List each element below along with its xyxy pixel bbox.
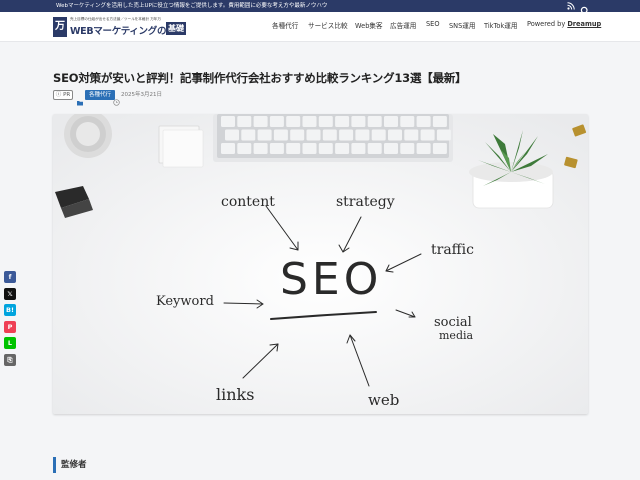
hero-image: SEO content strategy traffic Keyword soc…	[53, 114, 588, 414]
keyboard-key	[241, 129, 256, 141]
logo-name: WEBマーケティングの	[70, 26, 167, 37]
keyboard-key	[269, 116, 284, 127]
clock-icon	[113, 91, 120, 106]
share-facebook-button[interactable]: f	[4, 271, 16, 283]
hero-word-strategy: strategy	[336, 194, 395, 210]
keyboard-key	[237, 116, 252, 127]
category-badge[interactable]: 各種代行	[85, 90, 116, 100]
powered-by[interactable]: Powered by Dreamup	[527, 20, 601, 28]
nav-item-service-compare[interactable]: サービス比較	[308, 20, 348, 30]
site-header: 万 売上目標の仕組が出せる方法論／ツールを本格計 万年万 WEBマーケティングの…	[0, 12, 640, 42]
publish-date: 2025年3月21日	[121, 92, 162, 98]
keyboard-key	[302, 116, 317, 127]
keyboard-key	[400, 143, 415, 154]
share-copy-button[interactable]: ⎘	[4, 353, 16, 366]
site-logo[interactable]: 万 売上目標の仕組が出せる方法論／ツールを本格計 万年万 WEBマーケティングの…	[53, 17, 186, 39]
nav-item-web-marketing[interactable]: Web集客	[355, 20, 383, 30]
keyboard-key	[257, 129, 272, 141]
keyboard-key	[322, 129, 337, 141]
keyboard-key	[253, 116, 268, 127]
supervisor-heading: 監修者	[61, 460, 87, 470]
keyboard-key	[225, 129, 239, 141]
keyboard-key	[388, 129, 402, 141]
keyboard-key	[416, 116, 431, 127]
pr-label: PR	[63, 92, 71, 98]
powered-brand[interactable]: Dreamup	[567, 20, 601, 28]
keyboard-key	[290, 129, 305, 141]
keyboard-key	[355, 129, 370, 141]
top-announcement-bar: Webマーケティングを活用した売上UPに役立つ情報をご提供します。費用範囲に必要…	[0, 0, 640, 16]
keyboard-key	[400, 116, 415, 127]
nav-item-seo[interactable]: SEO	[426, 20, 440, 28]
keyboard-key	[335, 116, 350, 127]
keyboard-key	[367, 143, 382, 154]
keyboard-key	[404, 129, 419, 141]
keyboard-key	[318, 116, 333, 127]
hero-word-keyword: Keyword	[156, 294, 214, 309]
hero-word-media: media	[439, 329, 474, 342]
keyboard-key	[367, 116, 382, 127]
logo-badge: 基礎	[166, 22, 186, 35]
share-x-button[interactable]: 𝕏	[4, 287, 16, 300]
announcement-text: Webマーケティングを活用した売上UPに役立つ情報をご提供します。費用範囲に必要…	[56, 3, 328, 9]
keyboard-key	[221, 116, 235, 127]
keyboard-key	[384, 116, 398, 127]
seo-whiteboard-illustration: SEO content strategy traffic Keyword soc…	[53, 114, 588, 414]
keyboard-key	[416, 143, 431, 154]
logo-mark: 万	[53, 17, 67, 37]
keyboard-key	[432, 116, 447, 127]
keyboard-key	[221, 143, 235, 154]
pr-badge: ⓘ PR	[53, 90, 73, 100]
nav-item-tiktok[interactable]: TikTok運用	[484, 20, 517, 30]
heading-accent-bar	[53, 457, 56, 473]
powered-prefix: Powered by	[527, 20, 568, 28]
nav-item-sns[interactable]: SNS運用	[449, 20, 476, 30]
hero-word-traffic: traffic	[431, 242, 474, 258]
keyboard-key	[351, 143, 366, 154]
share-hatena-button[interactable]: B!	[4, 304, 16, 316]
hero-word-content: content	[221, 194, 275, 210]
keyboard-key	[351, 116, 366, 127]
folder-icon	[77, 91, 83, 106]
share-line-button[interactable]: L	[4, 337, 16, 349]
keyboard-key	[269, 143, 284, 154]
keyboard-key	[432, 143, 447, 154]
keyboard-key	[335, 143, 350, 154]
hero-word-web: web	[368, 391, 399, 409]
keyboard-key	[286, 116, 301, 127]
keyboard-key	[253, 143, 268, 154]
share-pocket-button[interactable]: P	[4, 320, 16, 333]
article-title: SEO対策が安いと評判！記事制作代行会社おすすめ比較ランキング13選【最新】	[53, 71, 467, 85]
logo-tagline: 売上目標の仕組が出せる方法論／ツールを本格計 万年万	[70, 17, 161, 21]
keyboard-key	[286, 143, 301, 154]
keyboard-key	[237, 143, 252, 154]
keyboard-key	[371, 129, 386, 141]
keyboard-key	[318, 143, 333, 154]
info-icon: ⓘ	[55, 92, 62, 98]
hero-word-social: social	[434, 315, 472, 330]
keyboard-key	[306, 129, 321, 141]
rss-icon[interactable]	[567, 2, 575, 10]
hero-seo-word: SEO	[280, 254, 382, 305]
nav-item-ads[interactable]: 広告運用	[390, 20, 416, 30]
keyboard-key	[436, 129, 451, 141]
hero-word-links: links	[216, 385, 254, 404]
keyboard-key	[339, 129, 354, 141]
keyboard-key	[420, 129, 435, 141]
search-icon[interactable]	[580, 1, 590, 16]
keyboard-key	[273, 129, 288, 141]
keyboard-key	[302, 143, 317, 154]
nav-item-agency[interactable]: 各種代行	[272, 20, 298, 30]
keyboard-key	[384, 143, 398, 154]
